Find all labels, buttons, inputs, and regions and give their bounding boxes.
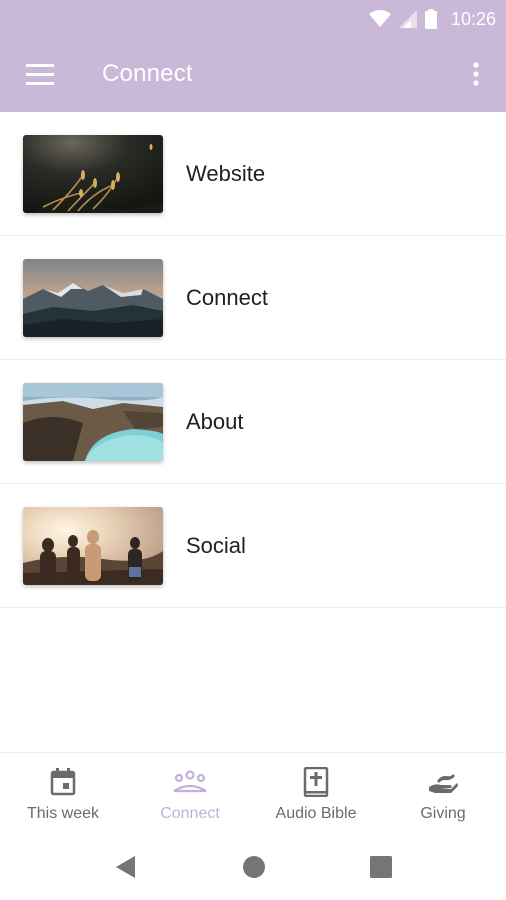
- status-time: 10:26: [450, 8, 496, 29]
- list-item-about[interactable]: About: [0, 360, 506, 484]
- list-item-social[interactable]: Social: [0, 484, 506, 608]
- hamburger-menu-button[interactable]: [20, 59, 60, 91]
- wheat-grass-at-dusk-photo: [23, 135, 163, 213]
- battery-icon: [424, 9, 437, 29]
- tab-audio-bible[interactable]: Audio Bible: [253, 753, 379, 835]
- bottom-navigation: This week Connect Audio Bible Giving: [0, 752, 506, 835]
- list-item-label: Website: [186, 161, 266, 186]
- list-item-label: Connect: [186, 285, 268, 310]
- recents-button[interactable]: [368, 854, 394, 880]
- tab-giving[interactable]: Giving: [380, 753, 506, 835]
- cellular-signal-icon: [398, 10, 417, 28]
- list-item-label: Social: [186, 533, 246, 558]
- group-of-friends-sunset-photo: [23, 507, 163, 585]
- hamburger-menu-icon: [26, 64, 54, 85]
- giving-hand-icon: [429, 774, 458, 793]
- system-navigation-bar: [0, 834, 506, 900]
- home-circle-icon: [243, 856, 265, 878]
- status-bar: 10:26: [0, 0, 506, 38]
- home-button[interactable]: [241, 854, 267, 880]
- recents-square-icon: [370, 856, 392, 878]
- back-triangle-icon: [116, 856, 135, 878]
- tab-this-week[interactable]: This week: [0, 753, 126, 835]
- list-item-label: About: [186, 409, 244, 434]
- bible-book-icon: [303, 767, 329, 797]
- wifi-icon: [368, 10, 391, 27]
- list-item-connect[interactable]: Connect: [0, 236, 506, 360]
- people-group-icon: [173, 770, 207, 793]
- tab-label: Audio Bible: [275, 805, 357, 822]
- connect-list: Website Connect About Social: [0, 112, 506, 608]
- back-button[interactable]: [113, 854, 139, 880]
- snowy-mountains-photo: [23, 259, 163, 337]
- more-options-button[interactable]: [464, 58, 488, 92]
- more-vertical-icon: [473, 62, 479, 86]
- tab-label: This week: [26, 805, 100, 822]
- app-bar: Connect: [0, 38, 506, 112]
- calendar-icon: [50, 768, 76, 796]
- tab-connect[interactable]: Connect: [127, 753, 253, 835]
- tab-label: Connect: [160, 805, 220, 822]
- page-title: Connect: [102, 60, 193, 87]
- crater-lake-photo: [23, 383, 163, 461]
- status-icons: 10:26: [368, 0, 496, 38]
- list-item-website[interactable]: Website: [0, 112, 506, 236]
- tab-label: Giving: [420, 805, 466, 822]
